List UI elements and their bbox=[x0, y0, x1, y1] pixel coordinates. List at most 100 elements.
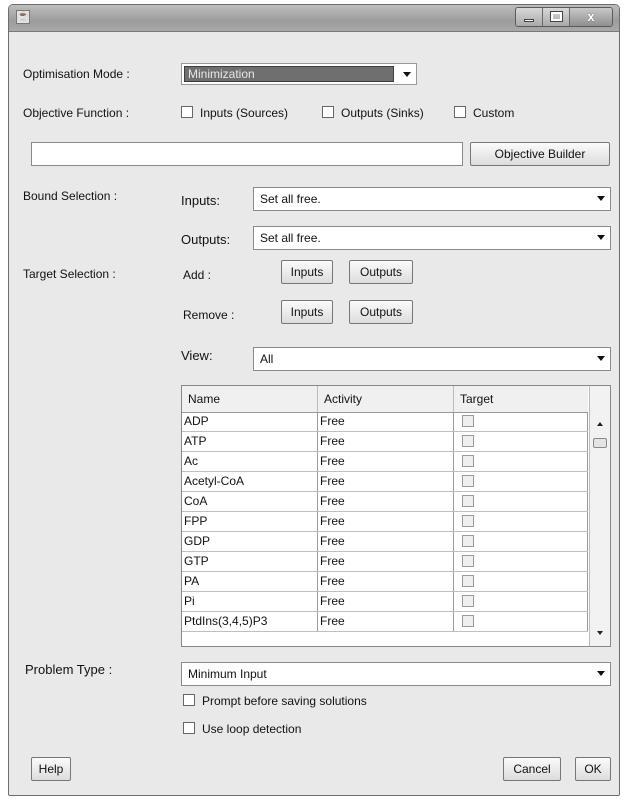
optimisation-dialog: ☕ x Optimisation Mode : Minimization Obj… bbox=[8, 4, 620, 796]
target-checkbox[interactable] bbox=[462, 415, 474, 427]
target-checkbox[interactable] bbox=[462, 475, 474, 487]
table-row[interactable]: GDP Free bbox=[182, 532, 588, 552]
cell-target bbox=[454, 492, 588, 511]
bound-inputs-select[interactable]: Set all free. bbox=[253, 187, 611, 211]
target-selection-label: Target Selection : bbox=[23, 267, 116, 281]
problem-type-value: Minimum Input bbox=[188, 667, 267, 681]
objective-outputs-label: Outputs (Sinks) bbox=[341, 106, 424, 120]
minimize-button[interactable] bbox=[516, 8, 543, 26]
objective-custom-checkbox[interactable] bbox=[454, 106, 466, 118]
prompt-before-saving-checkbox[interactable] bbox=[183, 694, 195, 706]
objective-function-label: Objective Function : bbox=[23, 106, 130, 120]
target-checkbox[interactable] bbox=[462, 555, 474, 567]
help-button[interactable]: Help bbox=[31, 757, 71, 781]
cell-activity[interactable]: Free bbox=[318, 592, 454, 611]
scroll-down-icon[interactable] bbox=[597, 631, 603, 635]
remove-inputs-button[interactable]: Inputs bbox=[281, 300, 333, 324]
target-checkbox[interactable] bbox=[462, 435, 474, 447]
cell-target bbox=[454, 572, 588, 591]
objective-expression-field[interactable] bbox=[31, 142, 463, 166]
cell-name: GTP bbox=[182, 552, 318, 571]
problem-type-label: Problem Type : bbox=[25, 662, 113, 677]
close-button[interactable]: x bbox=[570, 8, 612, 26]
close-icon: x bbox=[587, 9, 595, 24]
bound-selection-label: Bound Selection : bbox=[23, 189, 118, 203]
cell-name: GDP bbox=[182, 532, 318, 551]
scroll-thumb[interactable] bbox=[593, 438, 607, 448]
target-add-label: Add : bbox=[183, 268, 212, 282]
column-header-target[interactable]: Target bbox=[454, 386, 588, 412]
table-row[interactable]: PA Free bbox=[182, 572, 588, 592]
target-checkbox[interactable] bbox=[462, 535, 474, 547]
target-checkbox[interactable] bbox=[462, 455, 474, 467]
table-row[interactable]: GTP Free bbox=[182, 552, 588, 572]
cancel-button[interactable]: Cancel bbox=[503, 757, 561, 781]
target-checkbox[interactable] bbox=[462, 595, 474, 607]
cell-activity[interactable]: Free bbox=[318, 452, 454, 471]
objective-builder-button[interactable]: Objective Builder bbox=[470, 142, 610, 166]
cell-name: ATP bbox=[182, 432, 318, 451]
column-header-name[interactable]: Name bbox=[182, 386, 318, 412]
cell-target bbox=[454, 472, 588, 491]
objective-outputs-checkbox[interactable] bbox=[322, 106, 334, 118]
cell-activity[interactable]: Free bbox=[318, 492, 454, 511]
prompt-before-saving-label: Prompt before saving solutions bbox=[202, 694, 367, 708]
maximize-button[interactable] bbox=[543, 8, 570, 26]
table-header: Name Activity Target bbox=[182, 386, 588, 413]
cell-name: CoA bbox=[182, 492, 318, 511]
window-controls: x bbox=[515, 7, 613, 27]
objective-custom-label: Custom bbox=[473, 106, 515, 120]
title-bar[interactable]: ☕ x bbox=[9, 5, 619, 32]
cell-activity[interactable]: Free bbox=[318, 432, 454, 451]
optimisation-mode-select[interactable]: Minimization bbox=[181, 63, 417, 85]
use-loop-detection-checkbox[interactable] bbox=[183, 722, 195, 734]
column-header-activity[interactable]: Activity bbox=[318, 386, 454, 412]
cell-target bbox=[454, 552, 588, 571]
scroll-up-icon[interactable] bbox=[597, 422, 603, 426]
cell-activity[interactable]: Free bbox=[318, 532, 454, 551]
table-row[interactable]: ADP Free bbox=[182, 412, 588, 432]
target-checkbox[interactable] bbox=[462, 615, 474, 627]
cell-activity[interactable]: Free bbox=[318, 552, 454, 571]
table-row[interactable]: PtdIns(3,4,5)P3 Free bbox=[182, 612, 588, 632]
cell-name: Ac bbox=[182, 452, 318, 471]
table-row[interactable]: Pi Free bbox=[182, 592, 588, 612]
optimisation-mode-value: Minimization bbox=[188, 67, 255, 81]
cell-name: ADP bbox=[182, 412, 318, 431]
cell-name: FPP bbox=[182, 512, 318, 531]
maximize-icon bbox=[550, 11, 563, 22]
cell-target bbox=[454, 432, 588, 451]
bound-outputs-select[interactable]: Set all free. bbox=[253, 226, 611, 250]
view-select[interactable]: All bbox=[253, 347, 611, 371]
chevron-down-icon bbox=[597, 196, 605, 201]
table-row[interactable]: Acetyl-CoA Free bbox=[182, 472, 588, 492]
cell-activity[interactable]: Free bbox=[318, 512, 454, 531]
target-checkbox[interactable] bbox=[462, 495, 474, 507]
target-checkbox[interactable] bbox=[462, 575, 474, 587]
ok-button[interactable]: OK bbox=[575, 757, 611, 781]
cell-activity[interactable]: Free bbox=[318, 412, 454, 431]
metabolite-table: Name Activity Target ADP Free ATP Free Ac F… bbox=[181, 385, 611, 647]
minimize-icon bbox=[524, 19, 534, 22]
optimisation-mode-label: Optimisation Mode : bbox=[23, 67, 130, 81]
cell-activity[interactable]: Free bbox=[318, 472, 454, 491]
table-row[interactable]: FPP Free bbox=[182, 512, 588, 532]
cell-target bbox=[454, 532, 588, 551]
add-outputs-button[interactable]: Outputs bbox=[349, 260, 413, 284]
cell-activity[interactable]: Free bbox=[318, 612, 454, 631]
remove-outputs-button[interactable]: Outputs bbox=[349, 300, 413, 324]
table-row[interactable]: ATP Free bbox=[182, 432, 588, 452]
view-value: All bbox=[260, 352, 274, 366]
cell-name: Pi bbox=[182, 592, 318, 611]
add-inputs-button[interactable]: Inputs bbox=[281, 260, 333, 284]
problem-type-select[interactable]: Minimum Input bbox=[181, 662, 611, 686]
target-checkbox[interactable] bbox=[462, 515, 474, 527]
cell-target bbox=[454, 412, 588, 431]
java-app-icon: ☕ bbox=[16, 10, 30, 24]
cell-activity[interactable]: Free bbox=[318, 572, 454, 591]
table-row[interactable]: Ac Free bbox=[182, 452, 588, 472]
cell-target bbox=[454, 512, 588, 531]
table-scrollbar[interactable] bbox=[589, 386, 610, 646]
objective-inputs-checkbox[interactable] bbox=[181, 106, 193, 118]
table-row[interactable]: CoA Free bbox=[182, 492, 588, 512]
